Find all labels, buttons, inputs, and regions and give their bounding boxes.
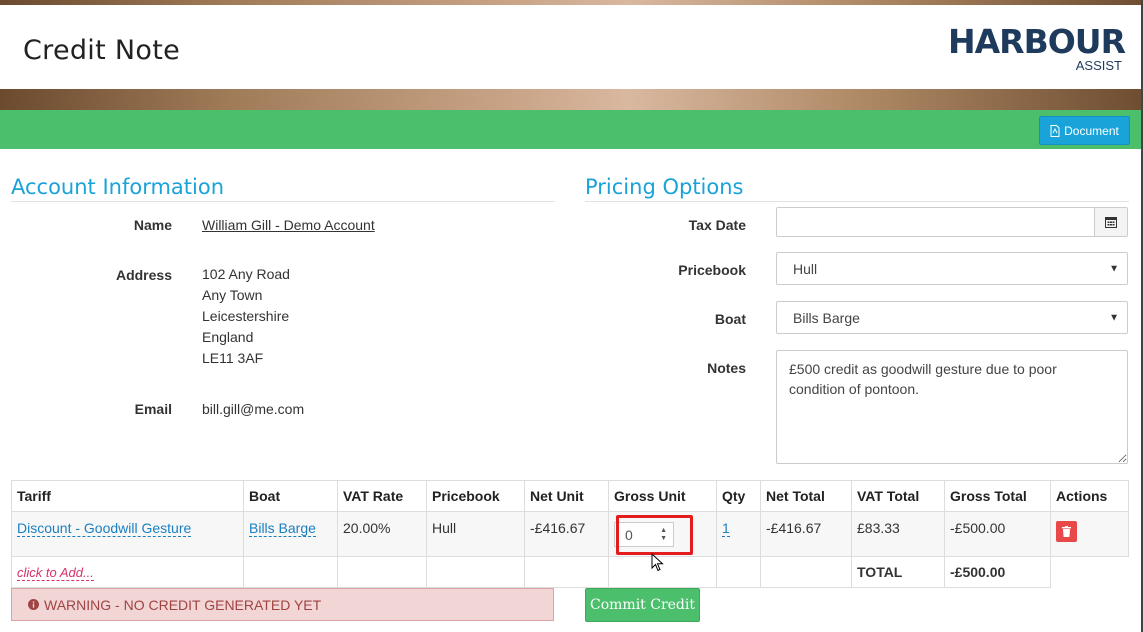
notes-textarea[interactable]: £500 credit as goodwill gesture due to p…	[776, 350, 1128, 464]
warning-alert: WARNING - NO CREDIT GENERATED YET	[11, 588, 554, 621]
actions-cell	[1050, 511, 1129, 557]
notes-label: Notes	[707, 360, 746, 376]
address-line: Leicestershire	[202, 308, 290, 324]
col-net-unit: Net Unit	[524, 480, 609, 512]
delete-button[interactable]	[1056, 521, 1077, 542]
email-label: Email	[134, 401, 172, 417]
col-net-total: Net Total	[760, 480, 852, 512]
col-boat: Boat	[243, 480, 338, 512]
document-button-label: Document	[1064, 123, 1119, 138]
address-line: Any Town	[202, 287, 263, 303]
gross-unit-stepper[interactable]: 0 ▲ ▼	[614, 522, 674, 547]
col-vat-total: VAT Total	[851, 480, 945, 512]
col-qty: Qty	[716, 480, 761, 512]
dropdown-caret-icon: ▼	[1109, 312, 1119, 323]
email-value: bill.gill@me.com	[202, 401, 305, 417]
table-row: Discount - Goodwill Gesture Bills Barge …	[11, 511, 1129, 557]
address-line: LE11 3AF	[202, 350, 264, 366]
commit-credit-button[interactable]: Commit Credit	[585, 588, 700, 622]
name-label: Name	[133, 217, 172, 233]
stepper-arrows-icon[interactable]: ▲ ▼	[660, 527, 667, 543]
calendar-icon	[1105, 217, 1117, 228]
boat-select[interactable]: Bills Barge ▼	[776, 301, 1128, 334]
address-block: 102 Any Road Any Town Leicestershire Eng…	[202, 264, 290, 369]
tax-date-input[interactable]	[776, 207, 1128, 237]
dropdown-caret-icon: ▼	[1109, 263, 1119, 274]
harbour-assist-logo: HARBOUR ASSIST	[948, 22, 1126, 76]
qty-link[interactable]: 1	[722, 520, 730, 537]
click-to-add-link[interactable]: click to Add...	[17, 565, 94, 581]
net-total-cell: -£416.67	[760, 511, 852, 557]
total-label: TOTAL	[851, 556, 945, 588]
col-vat-rate: VAT Rate	[337, 480, 427, 512]
trash-icon	[1062, 526, 1071, 537]
table-footer-row: click to Add... TOTAL -£500.00	[11, 556, 1129, 588]
page-header: Credit Note HARBOUR ASSIST	[0, 5, 1141, 89]
col-tariff: Tariff	[11, 480, 244, 512]
pricebook-label: Pricebook	[678, 262, 746, 278]
boat-cell: Bills Barge	[243, 511, 338, 557]
logo-brand: HARBOUR	[948, 22, 1126, 61]
qty-cell: 1	[716, 511, 761, 557]
col-pricebook: Pricebook	[426, 480, 525, 512]
account-info-rule	[11, 201, 555, 202]
pricebook-cell: Hull	[426, 511, 525, 557]
page-title: Credit Note	[23, 35, 180, 66]
address-line: England	[202, 329, 254, 345]
total-value: -£500.00	[944, 556, 1051, 588]
pricing-options-title: Pricing Options	[585, 175, 744, 199]
gross-total-cell: -£500.00	[944, 511, 1051, 557]
pricebook-selected: Hull	[793, 260, 818, 277]
tariff-cell: Discount - Goodwill Gesture	[11, 511, 244, 557]
col-actions: Actions	[1050, 480, 1129, 512]
vat-total-cell: £83.33	[851, 511, 945, 557]
mouse-cursor-icon	[651, 553, 664, 572]
address-label: Address	[115, 267, 172, 283]
logo-sub: ASSIST	[1075, 58, 1122, 73]
calendar-button[interactable]	[1094, 208, 1127, 236]
credit-note-panel: Account Information Name William Gill - …	[0, 149, 1141, 632]
col-gross-unit: Gross Unit	[608, 480, 717, 512]
net-unit-cell: -£416.67	[524, 511, 609, 557]
pdf-file-icon	[1050, 124, 1060, 137]
toolbar	[0, 110, 1141, 149]
warning-text: WARNING - NO CREDIT GENERATED YET	[44, 596, 322, 613]
info-circle-icon	[28, 599, 39, 610]
boat-selected: Bills Barge	[793, 309, 860, 326]
boat-label: Boat	[714, 311, 746, 327]
pricing-options-rule	[585, 201, 1129, 202]
gross-unit-value: 0	[625, 526, 633, 543]
document-button[interactable]: Document	[1039, 116, 1130, 145]
account-name-link[interactable]: William Gill - Demo Account	[202, 217, 375, 233]
boat-link[interactable]: Bills Barge	[249, 520, 316, 537]
col-gross-total: Gross Total	[944, 480, 1051, 512]
table-header-row: Tariff Boat VAT Rate Pricebook Net Unit …	[11, 480, 1129, 512]
pricebook-select[interactable]: Hull ▼	[776, 252, 1128, 285]
account-info-title: Account Information	[11, 175, 225, 199]
tariff-table: Tariff Boat VAT Rate Pricebook Net Unit …	[11, 480, 1129, 588]
address-line: 102 Any Road	[202, 266, 290, 282]
tariff-link[interactable]: Discount - Goodwill Gesture	[17, 520, 192, 537]
tax-date-label: Tax Date	[688, 217, 746, 233]
vat-rate-cell: 20.00%	[337, 511, 427, 557]
gross-unit-cell: 0 ▲ ▼	[608, 511, 717, 557]
add-cell: click to Add...	[11, 556, 244, 588]
